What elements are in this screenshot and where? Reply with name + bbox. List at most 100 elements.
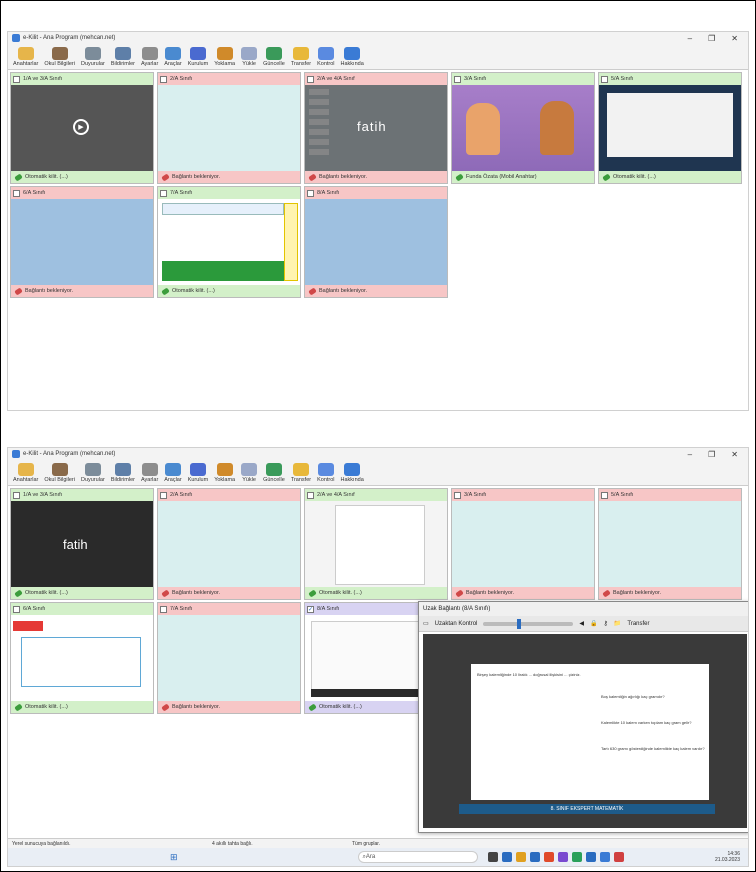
classroom-tile[interactable]: 3/A Sınıfı Funda Özata (Mobil Anahtar) bbox=[451, 72, 595, 184]
taskbar-search[interactable]: ⌕ Ara bbox=[357, 851, 478, 863]
toolbar-button[interactable]: Güncelle bbox=[260, 463, 288, 483]
toolbar-button[interactable]: Okul Bilgileri bbox=[41, 47, 78, 67]
transfer-label[interactable]: Transfer bbox=[627, 621, 649, 627]
select-checkbox[interactable] bbox=[601, 491, 608, 499]
select-checkbox[interactable] bbox=[160, 605, 167, 613]
classroom-tile[interactable]: 8/A Sınıfı Bağlantı bekleniyor. bbox=[304, 186, 448, 298]
toolbar-button[interactable]: Anahtarlar bbox=[10, 463, 41, 483]
toolbar-button[interactable]: Anahtarlar bbox=[10, 47, 41, 67]
remote-control-label[interactable]: Uzaktan Kontrol bbox=[435, 621, 478, 627]
classroom-tile[interactable]: 5/A Sınıfı Otomatik kilit. (...) bbox=[598, 72, 742, 184]
select-checkbox[interactable] bbox=[160, 75, 167, 83]
app-icon[interactable] bbox=[543, 852, 554, 862]
folder-icon[interactable]: 📁 bbox=[614, 620, 621, 627]
classroom-tile[interactable]: 2/A Sınıfı Bağlantı bekleniyor. bbox=[157, 72, 301, 184]
quality-slider[interactable] bbox=[483, 618, 574, 629]
screen-preview[interactable] bbox=[599, 501, 741, 587]
toolbar-button[interactable]: Duyurular bbox=[78, 463, 108, 483]
toolbar-button[interactable]: Bildirimler bbox=[108, 463, 138, 483]
select-checkbox[interactable] bbox=[13, 189, 20, 197]
toolbar-button[interactable]: Yoklama bbox=[211, 463, 238, 483]
select-checkbox[interactable] bbox=[13, 605, 20, 613]
toolbar-button[interactable]: Araçlar bbox=[161, 463, 184, 483]
toolbar-button[interactable]: Kontrol bbox=[314, 463, 337, 483]
toolbar-button[interactable]: Kurulum bbox=[185, 463, 211, 483]
toolbar-button[interactable]: Okul Bilgileri bbox=[41, 463, 78, 483]
toolbar-button[interactable]: Araçlar bbox=[161, 47, 184, 67]
app-icon[interactable] bbox=[585, 852, 596, 862]
screen-preview[interactable]: fatih bbox=[11, 501, 153, 587]
group-filter[interactable]: Tüm gruplar. bbox=[352, 841, 380, 847]
select-checkbox[interactable] bbox=[601, 75, 608, 83]
toolbar-button[interactable]: Transfer bbox=[288, 47, 314, 67]
app-icon[interactable] bbox=[515, 852, 526, 862]
toolbar-button[interactable]: Kontrol bbox=[314, 47, 337, 67]
select-checkbox[interactable] bbox=[13, 75, 20, 83]
toolbar-button[interactable]: Transfer bbox=[288, 463, 314, 483]
restore-icon[interactable]: ❐ bbox=[708, 34, 715, 43]
classroom-tile[interactable]: 6/A Sınıfı Bağlantı bekleniyor. bbox=[10, 186, 154, 298]
minimize-icon[interactable]: – bbox=[688, 34, 692, 43]
screen-preview[interactable]: ▶ bbox=[11, 85, 153, 171]
select-checkbox[interactable] bbox=[307, 491, 314, 499]
toolbar-button[interactable]: Bildirimler bbox=[108, 47, 138, 67]
toolbar-button[interactable]: Yükle bbox=[238, 463, 260, 483]
app-icon[interactable] bbox=[487, 852, 498, 862]
close-icon[interactable]: ✕ bbox=[731, 450, 738, 459]
app-icon[interactable] bbox=[613, 852, 624, 862]
classroom-tile[interactable]: 1/A ve 3/A Sınıfı fatih Otomatik kilit. (.… bbox=[10, 488, 154, 600]
select-checkbox[interactable] bbox=[454, 491, 461, 499]
toolbar-button[interactable]: Kurulum bbox=[185, 47, 211, 67]
screen-preview[interactable] bbox=[599, 85, 741, 171]
remote-connection-window[interactable]: Uzak Bağlantı (8/A Sınıfı) ▭ Uzaktan Kon… bbox=[418, 601, 748, 833]
classroom-tile[interactable]: 7/A Sınıfı Otomatik kilit. (...) bbox=[157, 186, 301, 298]
select-checkbox[interactable] bbox=[160, 189, 167, 197]
app-icon[interactable] bbox=[557, 852, 568, 862]
toolbar-button[interactable]: Yükle bbox=[238, 47, 260, 67]
restore-icon[interactable]: ❐ bbox=[708, 450, 715, 459]
start-icon[interactable]: ⊞ bbox=[170, 852, 178, 863]
toolbar-button[interactable]: Hakkında bbox=[338, 47, 367, 67]
classroom-tile[interactable]: 1/A ve 3/A Sınıfı ▶ Otomatik kilit. (...) bbox=[10, 72, 154, 184]
app-icon[interactable] bbox=[599, 852, 610, 862]
screen-preview[interactable] bbox=[11, 199, 153, 285]
screen-preview[interactable] bbox=[158, 501, 300, 587]
volume-icon[interactable]: ◀ bbox=[579, 620, 584, 627]
remote-screen[interactable]: Birşey kalemliğinde 10 liralık ... doğru… bbox=[423, 634, 747, 828]
classroom-tile[interactable]: 2/A Sınıfı Bağlantı bekleniyor. bbox=[157, 488, 301, 600]
app-icon[interactable] bbox=[529, 852, 540, 862]
minimize-icon[interactable]: – bbox=[688, 450, 692, 459]
screen-preview[interactable] bbox=[158, 199, 300, 285]
toolbar-button[interactable]: Duyurular bbox=[78, 47, 108, 67]
classroom-tile[interactable]: 3/A Sınıfı Bağlantı bekleniyor. bbox=[451, 488, 595, 600]
lock-icon[interactable]: 🔒 bbox=[590, 620, 597, 627]
app-icon[interactable] bbox=[501, 852, 512, 862]
play-icon[interactable]: ▶ bbox=[73, 119, 89, 135]
toolbar-button[interactable]: Ayarlar bbox=[138, 47, 161, 67]
monitor-icon[interactable]: ▭ bbox=[423, 620, 429, 627]
toolbar-button[interactable]: Güncelle bbox=[260, 47, 288, 67]
screen-preview[interactable]: fatih bbox=[305, 85, 447, 171]
close-icon[interactable]: ✕ bbox=[731, 34, 738, 43]
classroom-tile[interactable]: 2/A ve 4/A Sınıf Otomatik kilit. (...) bbox=[304, 488, 448, 600]
screen-preview[interactable] bbox=[452, 85, 594, 171]
toolbar-button[interactable]: Hakkında bbox=[338, 463, 367, 483]
key-icon[interactable]: ⚷ bbox=[603, 620, 607, 627]
screen-preview[interactable] bbox=[305, 501, 447, 587]
slider-knob[interactable] bbox=[517, 618, 522, 629]
toolbar-button[interactable]: Ayarlar bbox=[138, 463, 161, 483]
toolbar-button[interactable]: Yoklama bbox=[211, 47, 238, 67]
select-checkbox[interactable] bbox=[13, 491, 20, 499]
classroom-tile[interactable]: 6/A Sınıfı Otomatik kilit. (...) bbox=[10, 602, 154, 714]
select-checkbox[interactable] bbox=[307, 189, 314, 197]
app-icon[interactable] bbox=[571, 852, 582, 862]
screen-preview[interactable] bbox=[452, 501, 594, 587]
clock[interactable]: 14:36 21.03.2023 bbox=[715, 851, 748, 863]
screen-preview[interactable] bbox=[158, 615, 300, 701]
select-checkbox[interactable] bbox=[160, 491, 167, 499]
screen-preview[interactable] bbox=[11, 615, 153, 701]
classroom-tile[interactable]: 2/A ve 4/A Sınıf fatih Bağlantı bekleniyor… bbox=[304, 72, 448, 184]
select-checkbox[interactable]: ✓ bbox=[307, 605, 314, 613]
screen-preview[interactable] bbox=[305, 199, 447, 285]
select-checkbox[interactable] bbox=[454, 75, 461, 83]
